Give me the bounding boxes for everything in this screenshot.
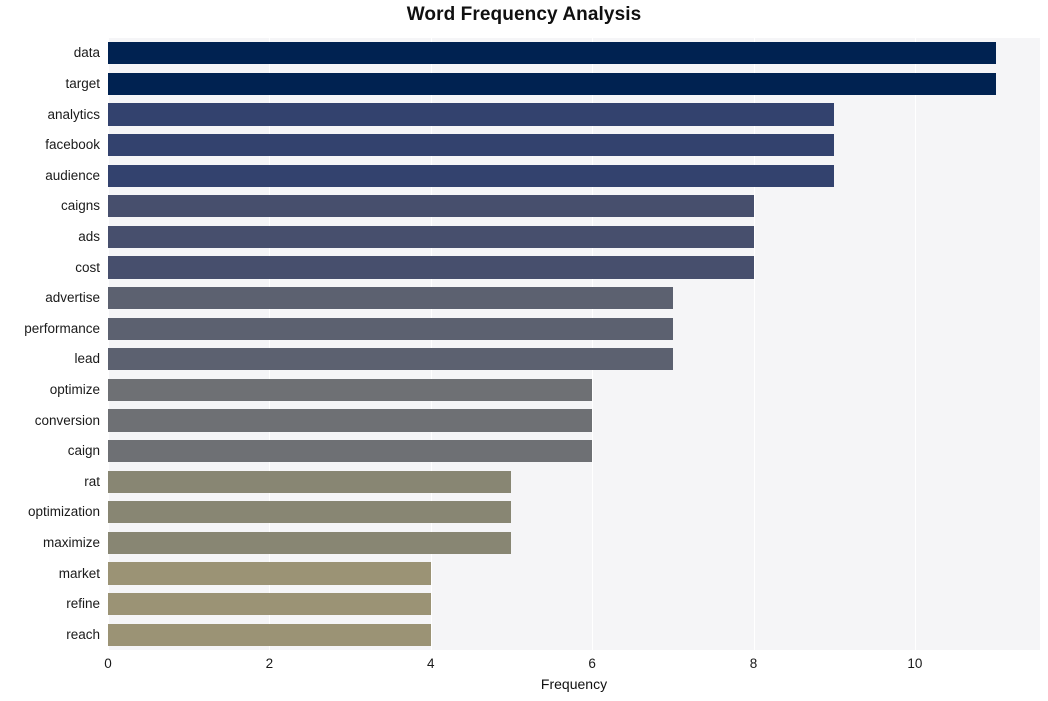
y-tick-label-rat: rat: [84, 473, 100, 489]
y-tick-label-performance: performance: [24, 320, 100, 336]
y-tick-label-facebook: facebook: [45, 137, 100, 153]
bar-row: [108, 501, 1040, 524]
bar-row: [108, 195, 1040, 218]
y-tick-label-reach: reach: [66, 626, 100, 642]
bar-reach: [108, 623, 431, 646]
chart-title: Word Frequency Analysis: [406, 4, 642, 25]
bar-row: [108, 593, 1040, 616]
bar-row: [108, 72, 1040, 95]
y-tick-label-refine: refine: [66, 596, 100, 612]
bar-row: [108, 256, 1040, 279]
x-axis-tick-labels: 0 2 4 6 8 10: [0, 652, 1048, 676]
bar-row: [108, 42, 1040, 65]
y-tick-label-optimize: optimize: [49, 381, 100, 397]
bar-row: [108, 134, 1040, 157]
chart-figure: Word Frequency Analysis data target analyt…: [0, 0, 1048, 701]
x-tick-label-8: 8: [749, 656, 758, 671]
bar-facebook: [108, 134, 835, 157]
bar-refine: [108, 593, 431, 616]
bar-row: [108, 562, 1040, 585]
y-tick-label-caigns: caigns: [60, 198, 100, 214]
y-tick-label-lead: lead: [74, 351, 100, 367]
bar-target: [108, 72, 996, 95]
bar-ads: [108, 225, 754, 248]
bar-row: [108, 470, 1040, 493]
y-tick-label-cost: cost: [75, 259, 100, 275]
plot-area: [108, 38, 1040, 650]
y-tick-label-caign: caign: [67, 443, 100, 459]
y-tick-label-ads: ads: [78, 228, 100, 244]
y-tick-label-data: data: [73, 45, 100, 61]
y-tick-label-maximize: maximize: [42, 534, 100, 550]
bar-row: [108, 103, 1040, 126]
x-tick-label-6: 6: [588, 656, 596, 671]
y-tick-label-advertise: advertise: [45, 290, 100, 306]
bar-row: [108, 409, 1040, 432]
bar-cost: [108, 256, 754, 279]
bar-advertise: [108, 287, 673, 310]
x-tick-label-0: 0: [104, 656, 112, 671]
bar-lead: [108, 348, 673, 371]
x-tick-label-2: 2: [265, 656, 274, 671]
y-axis-tick-labels: data target analytics facebook audience caign…: [0, 38, 100, 650]
bar-caigns: [108, 195, 754, 218]
y-tick-label-audience: audience: [45, 167, 100, 183]
y-tick-label-optimization: optimization: [27, 504, 100, 520]
bar-row: [108, 348, 1040, 371]
bar-data: [108, 42, 996, 65]
bar-performance: [108, 317, 673, 340]
bar-market: [108, 562, 431, 585]
bar-row: [108, 317, 1040, 340]
x-tick-label-4: 4: [427, 656, 435, 671]
y-tick-label-analytics: analytics: [47, 106, 100, 122]
bar-row: [108, 440, 1040, 463]
bar-row: [108, 623, 1040, 646]
bar-conversion: [108, 409, 593, 432]
bar-row: [108, 378, 1040, 401]
bar-row: [108, 531, 1040, 554]
bar-row: [108, 164, 1040, 187]
bar-optimize: [108, 378, 593, 401]
y-tick-label-target: target: [65, 75, 100, 91]
bar-audience: [108, 164, 835, 187]
y-tick-label-market: market: [58, 565, 100, 581]
bar-series: [108, 38, 1040, 650]
x-axis-title: Frequency: [540, 676, 608, 692]
bar-analytics: [108, 103, 835, 126]
bar-maximize: [108, 531, 512, 554]
bar-row: [108, 225, 1040, 248]
bar-caign: [108, 440, 593, 463]
x-tick-label-10: 10: [907, 656, 923, 671]
bar-rat: [108, 470, 512, 493]
y-tick-label-conversion: conversion: [34, 412, 100, 428]
bar-optimization: [108, 501, 512, 524]
bar-row: [108, 287, 1040, 310]
